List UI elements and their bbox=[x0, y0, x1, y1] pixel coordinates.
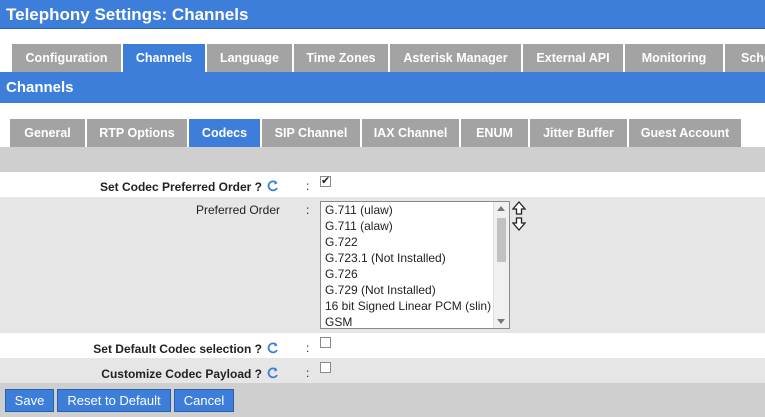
list-item[interactable]: G.711 (ulaw) bbox=[321, 202, 509, 218]
customize-payload-checkbox[interactable] bbox=[320, 362, 331, 373]
set-codec-order-checkbox[interactable] bbox=[320, 174, 331, 187]
tab-monitoring[interactable]: Monitoring bbox=[625, 44, 723, 72]
listbox-scrollbar[interactable] bbox=[493, 202, 509, 328]
scroll-up-icon[interactable] bbox=[497, 206, 505, 211]
colon: : bbox=[306, 341, 310, 355]
tab-channels[interactable]: Channels bbox=[123, 44, 205, 72]
list-item[interactable]: G.723.1 (Not Installed) bbox=[321, 250, 509, 266]
tab-schedule[interactable]: Sche bbox=[725, 44, 765, 72]
subtab-sip-channel[interactable]: SIP Channel bbox=[262, 119, 360, 147]
scroll-thumb[interactable] bbox=[497, 218, 506, 262]
list-item[interactable]: G.722 bbox=[321, 234, 509, 250]
reset-to-default-button[interactable]: Reset to Default bbox=[57, 389, 171, 412]
set-codec-order-label: Set Codec Preferred Order ? bbox=[100, 179, 280, 194]
row-customize-payload: Customize Codec Payload ? : bbox=[0, 358, 765, 383]
default-codec-checkbox[interactable] bbox=[320, 337, 331, 348]
default-codec-text: Set Default Codec selection ? bbox=[93, 342, 262, 356]
list-item[interactable]: G.711 (alaw) bbox=[321, 218, 509, 234]
subtab-iax-channel[interactable]: IAX Channel bbox=[362, 119, 459, 147]
list-item[interactable]: 16 bit Signed Linear PCM (slin) bbox=[321, 298, 509, 314]
refresh-help-icon[interactable] bbox=[266, 366, 280, 380]
section-title: Channels bbox=[0, 72, 765, 103]
subtab-enum[interactable]: ENUM bbox=[461, 119, 528, 147]
tab-configuration[interactable]: Configuration bbox=[12, 44, 121, 72]
save-button[interactable]: Save bbox=[5, 389, 54, 412]
subtab-codecs[interactable]: Codecs bbox=[189, 119, 260, 147]
customize-payload-label: Customize Codec Payload ? bbox=[101, 366, 280, 381]
set-codec-order-text: Set Codec Preferred Order ? bbox=[99, 180, 262, 194]
customize-payload-text: Customize Codec Payload ? bbox=[101, 367, 262, 381]
scroll-down-icon[interactable] bbox=[497, 319, 505, 324]
tab-language[interactable]: Language bbox=[207, 44, 292, 72]
default-codec-label: Set Default Codec selection ? bbox=[93, 341, 280, 356]
list-item[interactable]: G.726 bbox=[321, 266, 509, 282]
colon: : bbox=[306, 179, 310, 193]
preferred-order-label: Preferred Order bbox=[195, 203, 280, 217]
refresh-help-icon[interactable] bbox=[266, 341, 280, 355]
header-strip bbox=[0, 147, 765, 172]
subtab-jitter-buffer[interactable]: Jitter Buffer bbox=[530, 119, 627, 147]
list-item[interactable]: G.729 (Not Installed) bbox=[321, 282, 509, 298]
cancel-button[interactable]: Cancel bbox=[174, 389, 234, 412]
codec-order-listbox[interactable]: G.711 (ulaw) G.711 (alaw) G.722 G.723.1 … bbox=[320, 201, 510, 329]
colon: : bbox=[306, 366, 310, 380]
sub-tabs: General RTP Options Codecs SIP Channel IAX C… bbox=[10, 119, 765, 147]
main-tabs: Configuration Channels Language Time Zones A… bbox=[12, 44, 765, 72]
tab-time-zones[interactable]: Time Zones bbox=[294, 44, 388, 72]
up-down-arrows-icon[interactable] bbox=[512, 201, 526, 231]
subtab-rtp-options[interactable]: RTP Options bbox=[87, 119, 187, 147]
row-default-codec: Set Default Codec selection ? : bbox=[0, 333, 765, 358]
colon: : bbox=[306, 203, 310, 217]
page-title: Telephony Settings: Channels bbox=[0, 0, 765, 29]
row-set-codec-order: Set Codec Preferred Order ? : bbox=[0, 172, 765, 197]
tab-asterisk-manager[interactable]: Asterisk Manager bbox=[390, 44, 521, 72]
subtab-guest-account[interactable]: Guest Account bbox=[629, 119, 741, 147]
tab-external-api[interactable]: External API bbox=[523, 44, 623, 72]
subtab-general[interactable]: General bbox=[10, 119, 85, 147]
list-item[interactable]: GSM bbox=[321, 314, 509, 328]
refresh-help-icon[interactable] bbox=[266, 179, 280, 193]
